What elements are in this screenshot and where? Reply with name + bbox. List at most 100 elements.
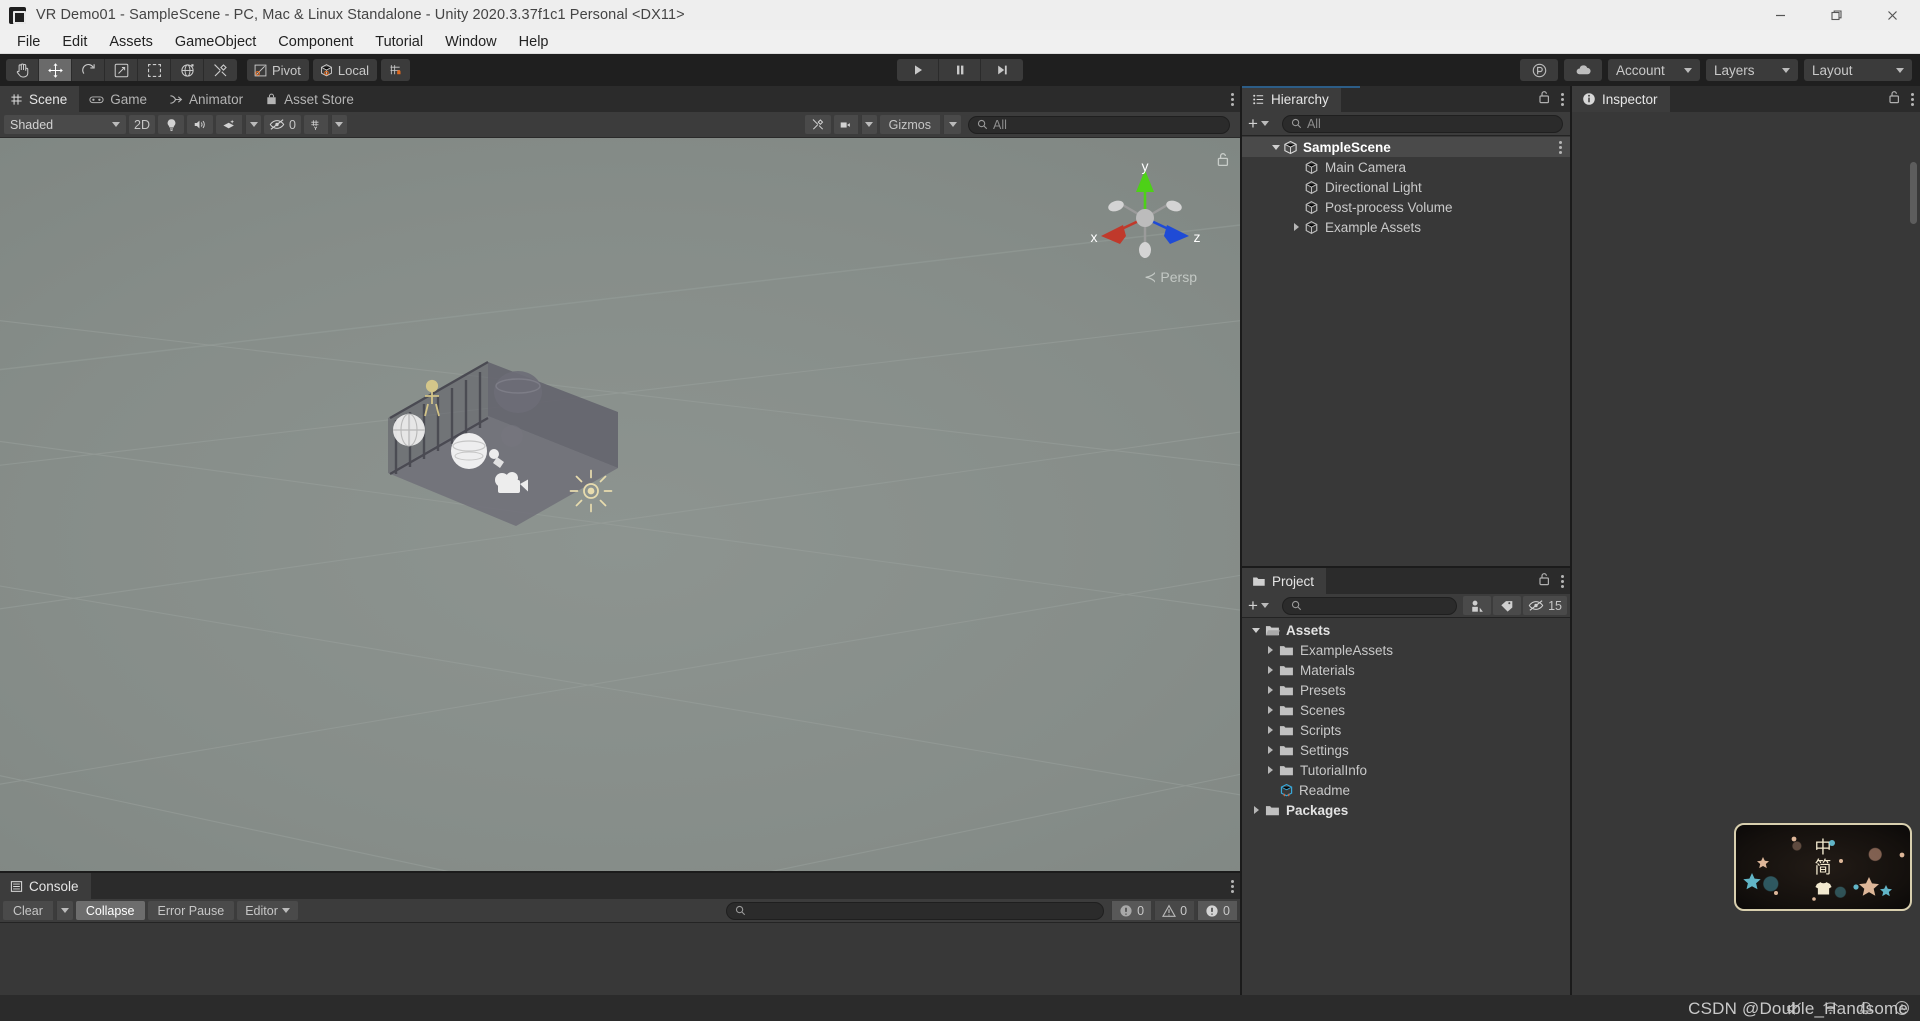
hand-tool[interactable] — [6, 59, 39, 81]
menu-tutorial[interactable]: Tutorial — [364, 32, 434, 52]
expand-triangle-icon[interactable] — [1264, 706, 1276, 714]
expand-triangle-icon[interactable] — [1270, 145, 1282, 150]
expand-triangle-icon[interactable] — [1264, 646, 1276, 654]
custom-tool[interactable] — [204, 59, 237, 81]
project-item-packages[interactable]: Packages — [1242, 800, 1570, 820]
hierarchy-item-directional-light[interactable]: Directional Light — [1242, 177, 1570, 197]
expand-triangle-icon[interactable] — [1264, 666, 1276, 674]
console-menu-kebab-icon[interactable] — [1231, 880, 1234, 893]
scene-lock-icon[interactable] — [1216, 152, 1230, 172]
hierarchy-item-main-camera[interactable]: Main Camera — [1242, 157, 1570, 177]
project-item-exampleassets[interactable]: ExampleAssets — [1242, 640, 1570, 660]
rotate-tool[interactable] — [72, 59, 105, 81]
tab-animator[interactable]: Animator — [159, 86, 255, 112]
menu-component[interactable]: Component — [267, 32, 364, 52]
project-filter-type-button[interactable] — [1463, 596, 1491, 615]
mode-2d-toggle[interactable]: 2D — [129, 115, 155, 134]
cloud-icon[interactable] — [1564, 59, 1602, 81]
notifications-icon[interactable] — [1848, 995, 1884, 1021]
hierarchy-item-samplescene[interactable]: SampleScene — [1242, 137, 1570, 157]
menu-assets[interactable]: Assets — [98, 32, 164, 52]
project-tree[interactable]: Assets ExampleAssets Materials — [1242, 618, 1570, 1002]
scene-fx-dropdown[interactable] — [245, 115, 261, 134]
expand-triangle-icon[interactable] — [1264, 766, 1276, 774]
scene-grid-dropdown[interactable] — [331, 115, 347, 134]
scene-search-input[interactable]: All — [968, 116, 1230, 134]
scene-camera-button[interactable] — [834, 115, 858, 134]
gizmos-toggle[interactable]: Gizmos — [880, 115, 940, 134]
hierarchy-item-example-assets[interactable]: Example Assets — [1242, 217, 1570, 237]
console-error-pause-toggle[interactable]: Error Pause — [148, 901, 235, 920]
console-clear-dropdown[interactable] — [56, 901, 73, 920]
scale-tool[interactable] — [105, 59, 138, 81]
menu-file[interactable]: File — [6, 32, 51, 52]
hierarchy-tree[interactable]: SampleScene Main Camera Directional Ligh… — [1242, 136, 1570, 566]
restore-button[interactable] — [1808, 0, 1864, 30]
tab-console[interactable]: Console — [0, 873, 91, 899]
hierarchy-item-post-process-volume[interactable]: Post-process Volume — [1242, 197, 1570, 217]
project-search-input[interactable] — [1282, 597, 1457, 615]
menu-help[interactable]: Help — [508, 32, 560, 52]
tab-scene[interactable]: Scene — [0, 86, 79, 112]
project-lock-icon[interactable] — [1538, 572, 1551, 591]
transform-tool[interactable] — [171, 59, 204, 81]
scene-hidden-objects-toggle[interactable]: 0 — [264, 115, 301, 134]
scene-fx-toggle[interactable] — [216, 115, 242, 134]
project-item-assets[interactable]: Assets — [1242, 620, 1570, 640]
rect-tool[interactable] — [138, 59, 171, 81]
step-button[interactable] — [981, 59, 1023, 81]
expand-triangle-icon[interactable] — [1264, 746, 1276, 754]
scene-audio-toggle[interactable] — [187, 115, 213, 134]
hierarchy-search-input[interactable]: All — [1282, 115, 1563, 133]
expand-triangle-icon[interactable] — [1250, 628, 1262, 633]
project-menu-kebab-icon[interactable] — [1561, 575, 1564, 588]
scene-projection-label[interactable]: ≺ Persp — [1144, 268, 1197, 286]
draw-mode-dropdown[interactable]: Shaded — [4, 115, 126, 134]
layout-dropdown[interactable]: Layout — [1804, 59, 1912, 81]
scene-grid-toggle[interactable] — [304, 115, 328, 134]
account-dropdown[interactable]: Account — [1608, 59, 1700, 81]
scene-row-kebab-icon[interactable] — [1559, 141, 1562, 154]
tab-asset-store[interactable]: Asset Store — [255, 86, 366, 112]
warning-count[interactable]: 0 — [1154, 901, 1194, 920]
project-filter-label-button[interactable] — [1493, 596, 1521, 615]
project-hidden-packages-button[interactable]: 15 — [1523, 596, 1567, 615]
console-editor-dropdown[interactable]: Editor — [237, 901, 298, 920]
tab-game[interactable]: Game — [79, 86, 159, 112]
grid-snap-icon[interactable] — [381, 59, 410, 81]
project-add-button[interactable]: + — [1245, 596, 1272, 615]
pause-button[interactable] — [939, 59, 981, 81]
console-message-list[interactable] — [0, 923, 1240, 1002]
hierarchy-menu-kebab-icon[interactable] — [1561, 93, 1564, 106]
inspector-menu-kebab-icon[interactable] — [1911, 93, 1914, 106]
project-item-readme[interactable]: Readme — [1242, 780, 1570, 800]
expand-triangle-icon[interactable] — [1264, 726, 1276, 734]
project-item-materials[interactable]: Materials — [1242, 660, 1570, 680]
network-icon[interactable] — [1812, 995, 1848, 1021]
menu-window[interactable]: Window — [434, 32, 508, 52]
hierarchy-add-button[interactable]: + — [1245, 114, 1272, 133]
gizmos-dropdown[interactable] — [943, 115, 961, 134]
error-count[interactable]: 0 — [1197, 901, 1237, 920]
console-collapse-toggle[interactable]: Collapse — [76, 901, 145, 920]
clock-icon[interactable] — [1884, 995, 1920, 1021]
project-item-tutorialinfo[interactable]: TutorialInfo — [1242, 760, 1570, 780]
collab-icon[interactable] — [1520, 59, 1558, 81]
menu-edit[interactable]: Edit — [51, 32, 98, 52]
scene-camera-dropdown[interactable] — [861, 115, 877, 134]
scene-menu-kebab-icon[interactable] — [1231, 93, 1234, 106]
scene-view-gizmo[interactable]: y x z — [1085, 158, 1205, 278]
layers-dropdown[interactable]: Layers — [1706, 59, 1798, 81]
expand-triangle-icon[interactable] — [1264, 686, 1276, 694]
console-search-input[interactable] — [726, 902, 1104, 920]
scene-lighting-toggle[interactable] — [158, 115, 184, 134]
pivot-mode-button[interactable]: Pivot — [247, 59, 309, 81]
play-button[interactable] — [897, 59, 939, 81]
menu-gameobject[interactable]: GameObject — [164, 32, 267, 52]
console-clear-button[interactable]: Clear — [3, 901, 53, 920]
tab-hierarchy[interactable]: Hierarchy — [1242, 86, 1341, 112]
scene-viewport[interactable]: y x z ≺ Persp — [0, 138, 1240, 871]
move-tool[interactable] — [39, 59, 72, 81]
mute-audio-icon[interactable] — [1776, 995, 1812, 1021]
scene-component-tools-button[interactable] — [805, 115, 831, 134]
